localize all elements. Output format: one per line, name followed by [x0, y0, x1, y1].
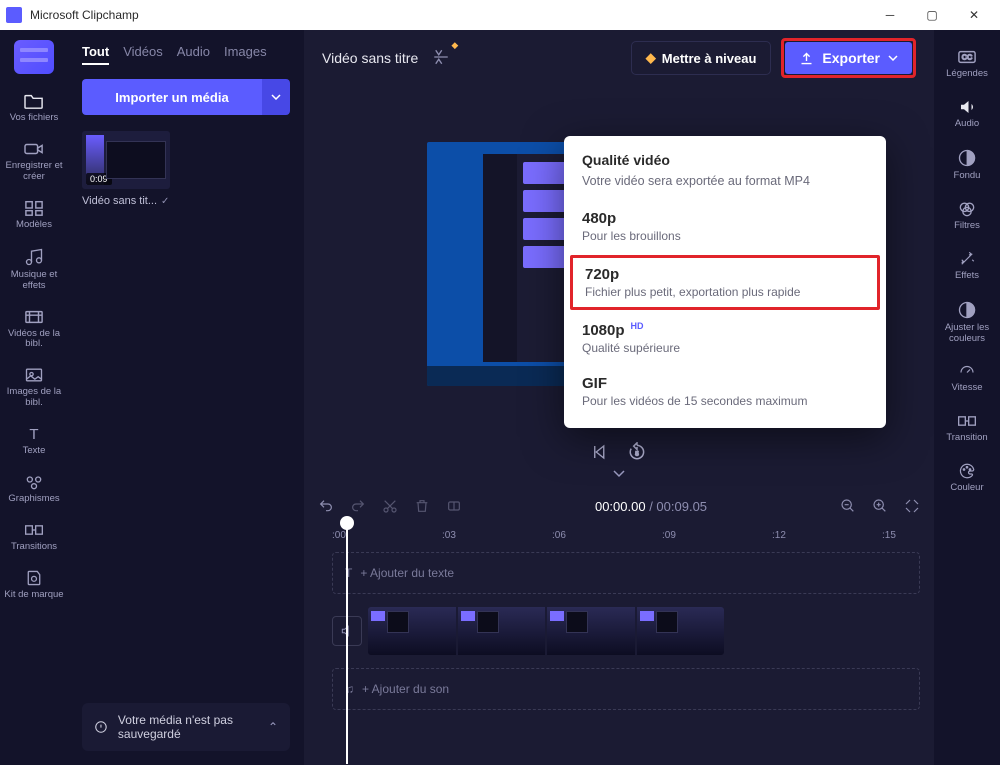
tab-videos[interactable]: Vidéos	[123, 44, 163, 65]
chevron-down-icon	[888, 55, 898, 61]
media-tabs: Tout Vidéos Audio Images	[82, 44, 290, 65]
right-rail: CC Légendes Audio Fondu Filtres Effets A…	[934, 30, 1000, 765]
export-menu-title: Qualité vidéo	[564, 152, 886, 174]
rail-filters[interactable]: Filtres	[937, 196, 997, 236]
upgrade-button[interactable]: ◆ Mettre à niveau	[631, 41, 772, 75]
fit-icon[interactable]	[904, 498, 920, 514]
rail-speed[interactable]: Vitesse	[937, 358, 997, 398]
cut-icon[interactable]	[382, 498, 398, 514]
effects-icon[interactable]: ◆	[432, 48, 450, 69]
rail-transition[interactable]: Transition	[937, 408, 997, 448]
clip-thumbnail: 0:09	[82, 131, 170, 189]
export-highlight: Exporter	[781, 38, 916, 78]
timeline-collapse-toggle[interactable]	[304, 462, 934, 486]
playback-controls: 5	[304, 442, 934, 462]
timeline-ruler[interactable]: :00 :03 :06 :09 :12 :15	[332, 530, 920, 552]
rail-text[interactable]: T Texte	[4, 421, 64, 461]
media-panel: Tout Vidéos Audio Images Importer un méd…	[68, 30, 304, 765]
unsaved-media-banner[interactable]: Votre média n'est pas sauvegardé ⌃	[82, 703, 290, 751]
gem-icon: ◆	[646, 50, 656, 66]
svg-text:5: 5	[635, 451, 638, 457]
left-rail: Vos fichiers Enregistrer et créer Modèle…	[0, 30, 68, 765]
rail-fade[interactable]: Fondu	[937, 144, 997, 186]
center-area: Vidéo sans titre ◆ ◆ Mettre à niveau Exp…	[304, 30, 934, 765]
window-titlebar: Microsoft Clipchamp ─ ▢ ✕	[0, 0, 1000, 30]
minimize-button[interactable]: ─	[870, 1, 910, 29]
chevron-up-icon: ⌃	[268, 720, 278, 734]
upload-icon	[799, 51, 814, 66]
rail-music[interactable]: Musique et effets	[4, 243, 64, 296]
delete-icon[interactable]	[414, 498, 430, 514]
import-media-button[interactable]: Importer un média	[82, 79, 262, 115]
export-menu-subtitle: Votre vidéo sera exportée au format MP4	[564, 174, 886, 200]
svg-text:T: T	[29, 426, 38, 443]
clip-title: Vidéo sans tit...	[82, 195, 157, 207]
rail-record[interactable]: Enregistrer et créer	[4, 136, 64, 187]
skip-back-icon[interactable]	[591, 443, 609, 461]
tab-images[interactable]: Images	[224, 44, 267, 65]
rail-brand-kit[interactable]: Kit de marque	[4, 565, 64, 605]
rail-adjust-colors[interactable]: Ajuster les couleurs	[937, 296, 997, 349]
import-media-dropdown[interactable]	[262, 79, 290, 115]
export-option-1080p[interactable]: 1080pHD Qualité supérieure	[564, 312, 886, 365]
window-title: Microsoft Clipchamp	[30, 8, 139, 22]
info-icon	[94, 718, 108, 736]
rail-your-files[interactable]: Vos fichiers	[4, 88, 64, 128]
undo-icon[interactable]	[318, 498, 334, 514]
clip-used-icon: ✓	[161, 196, 169, 207]
app-logo-icon	[6, 7, 22, 23]
export-option-gif[interactable]: GIF Pour les vidéos de 15 secondes maxim…	[564, 365, 886, 418]
rewind-5-icon[interactable]: 5	[627, 442, 647, 462]
rail-library-videos[interactable]: Vidéos de la bibl.	[4, 304, 64, 355]
split-icon[interactable]	[446, 498, 462, 514]
zoom-out-icon[interactable]	[840, 498, 856, 514]
rail-color[interactable]: Couleur	[937, 458, 997, 498]
premium-badge-icon: ◆	[451, 40, 458, 51]
timeline: 00:00.00 / 00:09.05 :00 :03 :06 :09 :12 …	[304, 486, 934, 765]
export-option-720p[interactable]: 720p Fichier plus petit, exportation plu…	[570, 255, 880, 310]
maximize-button[interactable]: ▢	[912, 1, 952, 29]
rail-transitions[interactable]: Transitions	[4, 517, 64, 557]
track-add-sound[interactable]: ♫ + Ajouter du son	[332, 668, 920, 710]
clipchamp-logo-icon[interactable]	[14, 40, 54, 74]
timeline-time: 00:00.00 / 00:09.05	[595, 499, 707, 514]
redo-icon[interactable]	[350, 498, 366, 514]
export-button[interactable]: Exporter	[785, 42, 912, 74]
tab-audio[interactable]: Audio	[177, 44, 210, 65]
clip-duration: 0:09	[86, 173, 112, 185]
media-clip[interactable]: 0:09 Vidéo sans tit... ✓	[82, 131, 170, 207]
rail-library-images[interactable]: Images de la bibl.	[4, 362, 64, 413]
rail-effects[interactable]: Effets	[937, 246, 997, 286]
tab-all[interactable]: Tout	[82, 44, 109, 65]
rail-graphics[interactable]: Graphismes	[4, 469, 64, 509]
export-quality-menu: Qualité vidéo Votre vidéo sera exportée …	[564, 136, 886, 428]
zoom-in-icon[interactable]	[872, 498, 888, 514]
svg-text:CC: CC	[962, 53, 972, 62]
video-clip[interactable]	[368, 607, 724, 655]
rail-audio[interactable]: Audio	[937, 94, 997, 134]
rail-captions[interactable]: CC Légendes	[937, 44, 997, 84]
rail-templates[interactable]: Modèles	[4, 195, 64, 235]
close-button[interactable]: ✕	[954, 1, 994, 29]
project-title[interactable]: Vidéo sans titre	[322, 50, 418, 66]
export-option-480p[interactable]: 480p Pour les brouillons	[564, 200, 886, 253]
playhead[interactable]	[346, 524, 348, 764]
track-add-text[interactable]: T + Ajouter du texte	[332, 552, 920, 594]
